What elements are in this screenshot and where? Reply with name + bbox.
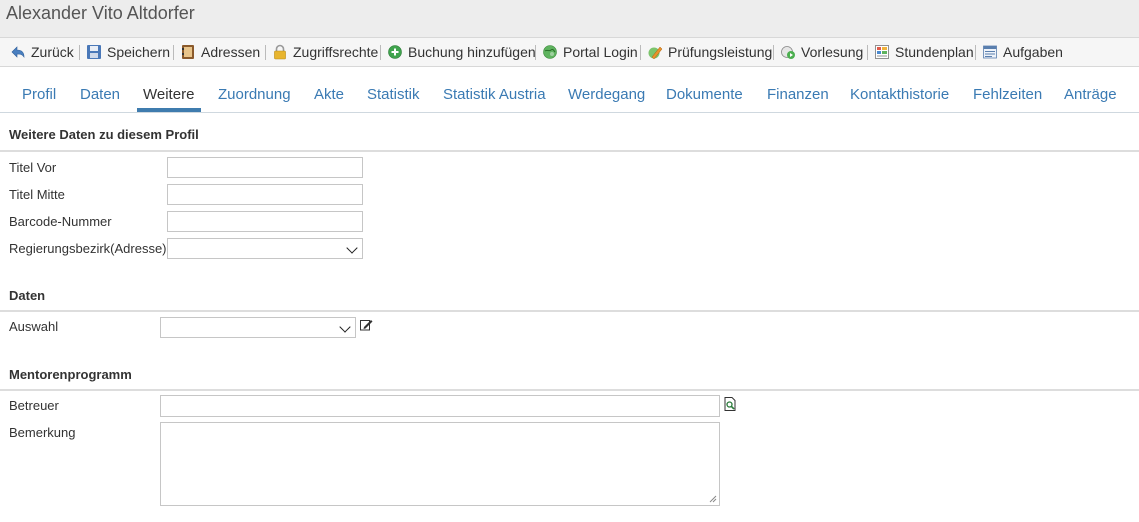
add-booking-label: Buchung hinzufügen	[408, 44, 536, 60]
regierungsbezirk-label: Regierungsbezirk(Adresse)	[9, 241, 167, 256]
titel-vor-label: Titel Vor	[9, 160, 57, 175]
tab-finanzen[interactable]: Finanzen	[767, 86, 829, 103]
section-divider	[0, 389, 1139, 391]
save-label: Speichern	[107, 44, 171, 60]
titel-vor-input[interactable]	[167, 157, 363, 178]
tasks-button[interactable]: Aufgaben	[982, 38, 1063, 66]
toolbar-separator	[640, 45, 641, 60]
barcode-input[interactable]	[167, 211, 363, 232]
tasks-list-icon	[982, 44, 998, 60]
section-divider	[0, 310, 1139, 312]
toolbar-separator	[265, 45, 266, 60]
toolbar-separator	[867, 45, 868, 60]
toolbar-separator	[975, 45, 976, 60]
access-rights-label: Zugriffsrechte	[293, 44, 379, 60]
page-title: Alexander Vito Altdorfer	[6, 3, 195, 23]
bemerkung-textarea[interactable]	[160, 422, 720, 506]
regierungsbezirk-select[interactable]	[167, 238, 363, 259]
toolbar-separator	[535, 45, 536, 60]
edit-icon[interactable]	[360, 318, 373, 331]
barcode-label: Barcode-Nummer	[9, 214, 112, 229]
add-booking-button[interactable]: Buchung hinzufügen	[387, 38, 536, 66]
toolbar: Zurück Speichern Adressen Zugriffsrechte…	[0, 37, 1139, 67]
portal-login-label: Portal Login	[563, 44, 638, 60]
tab-akte[interactable]: Akte	[314, 86, 344, 103]
timetable-icon	[874, 44, 890, 60]
tab-kontakthistorie[interactable]: Kontakthistorie	[850, 86, 949, 103]
back-arrow-icon	[10, 44, 26, 60]
tasks-label: Aufgaben	[1003, 44, 1063, 60]
address-book-icon	[180, 44, 196, 60]
betreuer-label: Betreuer	[9, 398, 59, 413]
tab-bar: Profil Daten Weitere Zuordnung Akte Stat…	[0, 68, 1139, 113]
document-search-icon[interactable]	[724, 397, 737, 411]
section-title-mentorenprogramm: Mentorenprogramm	[9, 367, 132, 382]
title-bar: Alexander Vito Altdorfer	[0, 0, 1139, 37]
addresses-button[interactable]: Adressen	[180, 38, 260, 66]
lecture-button[interactable]: Vorlesung	[780, 38, 863, 66]
toolbar-separator	[79, 45, 80, 60]
auswahl-label: Auswahl	[9, 319, 59, 334]
toolbar-separator	[773, 45, 774, 60]
lecture-play-icon	[780, 44, 796, 60]
tab-weitere[interactable]: Weitere	[143, 86, 194, 103]
tab-antraege[interactable]: Anträge	[1064, 86, 1117, 103]
access-rights-button[interactable]: Zugriffsrechte	[272, 38, 378, 66]
exam-performance-label: Prüfungsleistung	[668, 44, 773, 60]
tab-profil[interactable]: Profil	[22, 86, 56, 103]
back-button[interactable]: Zurück	[10, 38, 74, 66]
back-label: Zurück	[31, 44, 74, 60]
tab-werdegang[interactable]: Werdegang	[568, 86, 645, 103]
bemerkung-label: Bemerkung	[9, 425, 76, 440]
exam-performance-button[interactable]: Prüfungsleistung	[647, 38, 772, 66]
timetable-button[interactable]: Stundenplan	[874, 38, 974, 66]
tab-dokumente[interactable]: Dokumente	[666, 86, 743, 103]
lecture-label: Vorlesung	[801, 44, 864, 60]
section-divider	[0, 150, 1139, 152]
section-title-daten: Daten	[9, 288, 46, 303]
floppy-disk-icon	[86, 44, 102, 60]
resize-grip-icon[interactable]	[709, 495, 717, 503]
timetable-label: Stundenplan	[895, 44, 974, 60]
tab-statistik-austria[interactable]: Statistik Austria	[443, 86, 546, 103]
add-circle-icon	[387, 44, 403, 60]
globe-icon	[542, 44, 558, 60]
tab-zuordnung[interactable]: Zuordnung	[218, 86, 291, 103]
section-title-weitere-daten: Weitere Daten zu diesem Profil	[9, 127, 199, 142]
titel-mitte-input[interactable]	[167, 184, 363, 205]
addresses-label: Adressen	[201, 44, 261, 60]
chevron-down-icon	[339, 321, 351, 333]
tab-statistik[interactable]: Statistik	[367, 86, 420, 103]
tab-daten[interactable]: Daten	[80, 86, 120, 103]
tab-fehlzeiten[interactable]: Fehlzeiten	[973, 86, 1042, 103]
toolbar-separator	[380, 45, 381, 60]
active-tab-indicator	[137, 108, 201, 112]
save-button[interactable]: Speichern	[86, 38, 170, 66]
betreuer-input[interactable]	[160, 395, 720, 417]
padlock-icon	[272, 44, 288, 60]
auswahl-select[interactable]	[160, 317, 356, 338]
exam-pencil-icon	[647, 44, 663, 60]
portal-login-button[interactable]: Portal Login	[542, 38, 638, 66]
titel-mitte-label: Titel Mitte	[9, 187, 65, 202]
toolbar-separator	[173, 45, 174, 60]
chevron-down-icon	[346, 242, 358, 254]
